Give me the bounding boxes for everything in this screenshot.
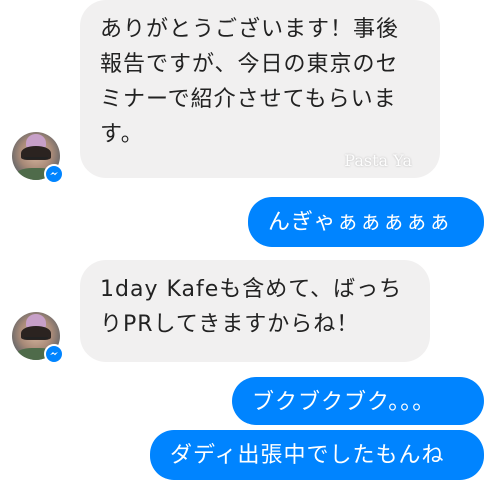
message-bubble-outgoing[interactable]: ダディ出張中でしたもんね bbox=[150, 430, 484, 480]
message-text-line: 1day Kafeも含めて、ばっち bbox=[100, 277, 403, 302]
message-text-line: す。 bbox=[100, 122, 144, 147]
contact-avatar[interactable] bbox=[12, 312, 64, 364]
message-text-line: 報告ですが、今日の東京のセ bbox=[100, 52, 399, 77]
watermark-text: Pasta Ya bbox=[344, 151, 412, 170]
message-bubble-outgoing[interactable]: んぎゃぁぁぁぁぁ bbox=[248, 197, 484, 247]
messenger-icon bbox=[44, 344, 64, 364]
message-bubble-incoming[interactable]: 1day Kafeも含めて、ばっち りPRしてきますからね！ bbox=[80, 260, 430, 362]
message-text-line: ダディ出張中でしたもんね bbox=[170, 443, 445, 468]
message-text-line: んぎゃぁぁぁぁぁ bbox=[268, 210, 452, 235]
message-text-line: ありがとうございます！事後 bbox=[100, 17, 400, 42]
message-text-line: ミナーで紹介させてもらいま bbox=[100, 87, 397, 112]
message-bubble-incoming[interactable]: ありがとうございます！事後 報告ですが、今日の東京のセ ミナーで紹介させてもらい… bbox=[80, 0, 440, 178]
messenger-icon bbox=[44, 164, 64, 184]
contact-avatar[interactable] bbox=[12, 132, 64, 184]
message-text-line: ブクブクブク。。。 bbox=[252, 390, 436, 415]
message-bubble-outgoing[interactable]: ブクブクブク。。。 bbox=[232, 377, 484, 425]
message-text-line: りPRしてきますからね！ bbox=[100, 312, 360, 337]
